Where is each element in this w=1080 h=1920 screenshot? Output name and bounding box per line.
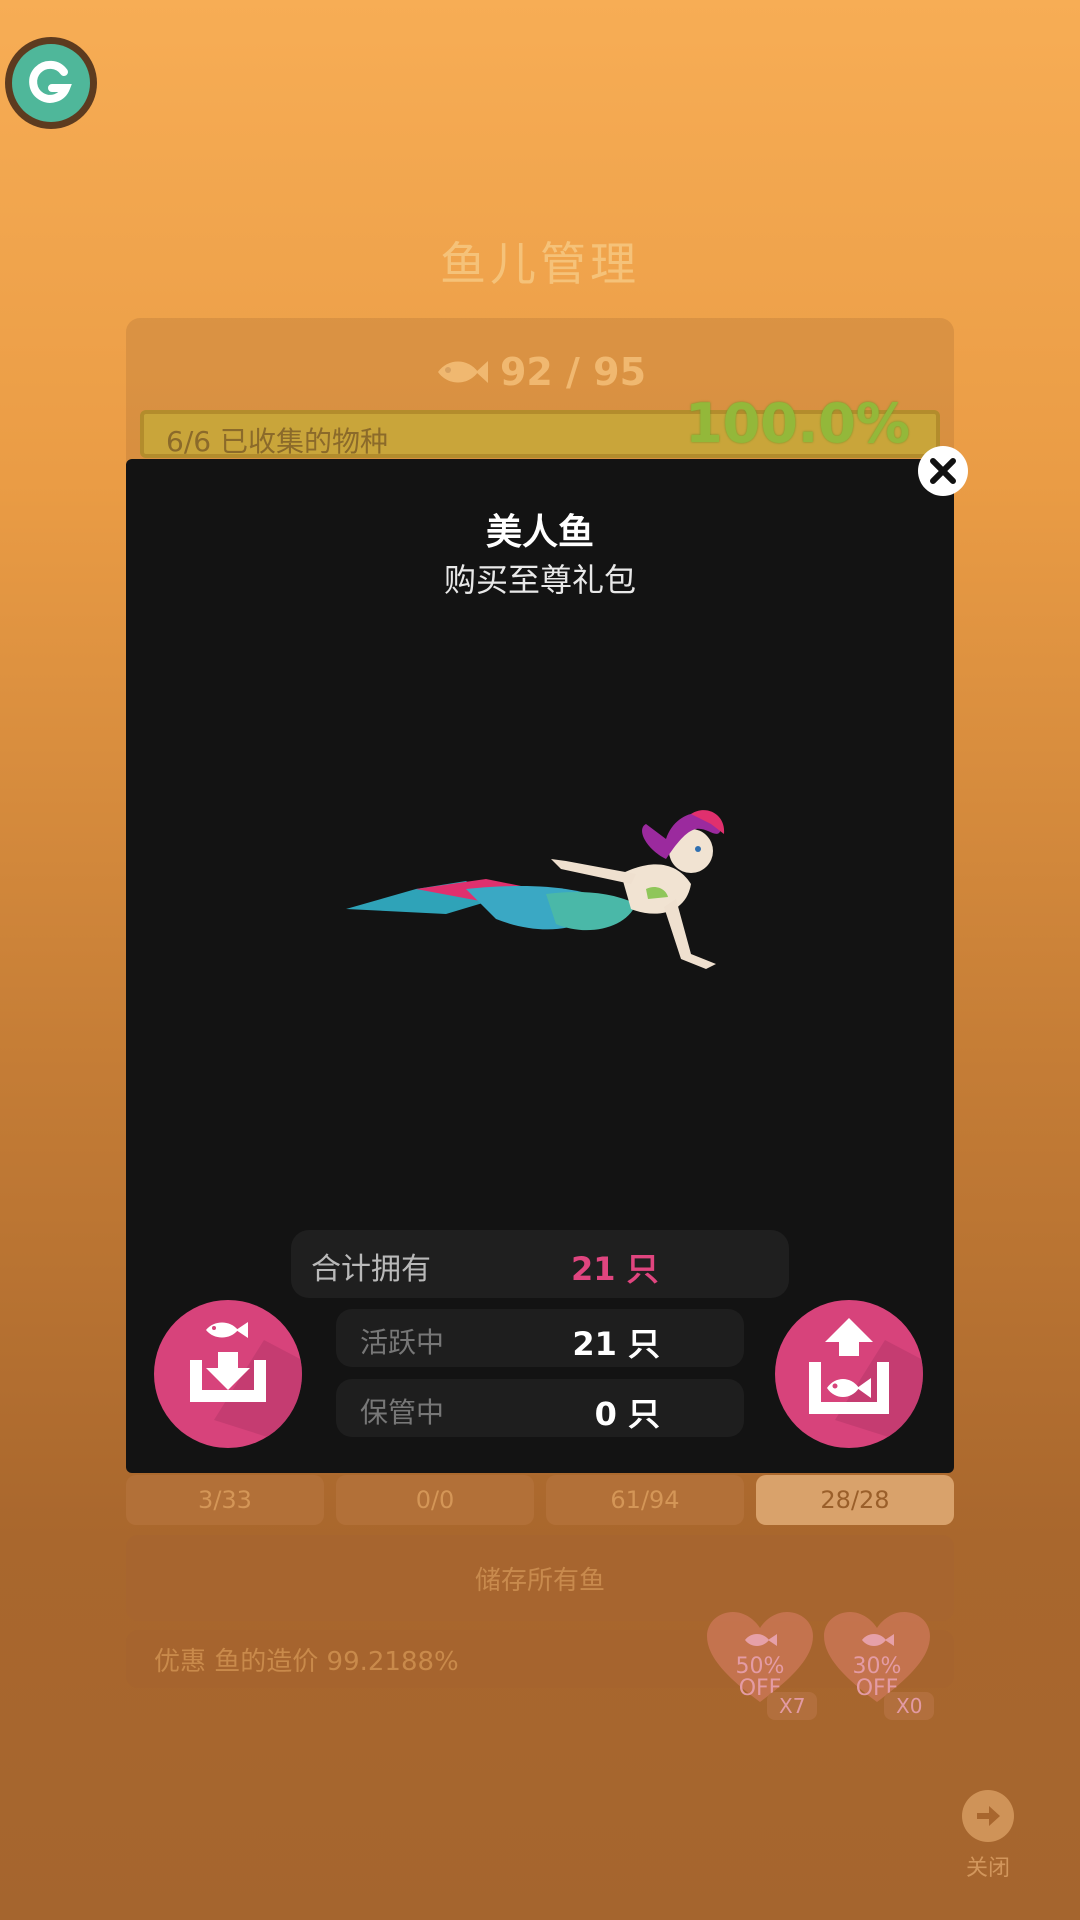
fish-count-text: 92 / 95 xyxy=(499,350,647,394)
active-row: 活跃中 21 只 xyxy=(336,1309,744,1367)
fish-count: 92 / 95 xyxy=(0,350,1080,394)
close-page-button[interactable]: 关闭 xyxy=(955,1790,1021,1882)
page-title: 鱼儿管理 xyxy=(440,237,640,291)
coupon-multiplier: X0 xyxy=(884,1692,935,1720)
coupon-50[interactable]: 50% OFF X7 xyxy=(705,1610,818,1720)
total-owned-label: 合计拥有 xyxy=(311,1252,431,1287)
fish-icon xyxy=(437,361,488,383)
active-value: 21 只 xyxy=(572,1325,660,1363)
stored-label: 保管中 xyxy=(360,1396,445,1429)
total-owned-value: 21 只 xyxy=(571,1250,659,1288)
tab-3[interactable]: 61/94 xyxy=(546,1475,744,1525)
store-fish-button[interactable] xyxy=(154,1300,302,1448)
arrow-right-icon xyxy=(962,1790,1014,1842)
coupon-multiplier: X7 xyxy=(767,1692,818,1720)
stored-row: 保管中 0 只 xyxy=(336,1379,744,1437)
close-page-label: 关闭 xyxy=(965,1856,1010,1881)
store-all-fish-button[interactable]: 储存所有鱼 xyxy=(126,1535,954,1621)
store-fish-icon xyxy=(190,1322,302,1448)
tab-2[interactable]: 0/0 xyxy=(336,1475,534,1525)
tab-4[interactable]: 28/28 xyxy=(756,1475,954,1525)
close-modal-button[interactable] xyxy=(918,446,968,496)
collection-progress-bar: 6/6 已收集的物种 100.0% xyxy=(140,392,940,458)
collection-label: 6/6 已收集的物种 xyxy=(166,425,388,458)
fish-source: 购买至尊礼包 xyxy=(443,561,636,599)
fish-detail-modal: 美人鱼 购买至尊礼包 合计拥有 21 只 活跃中 21 只 保管中 0 只 xyxy=(126,459,954,1473)
active-label: 活跃中 xyxy=(360,1326,445,1359)
stored-value: 0 只 xyxy=(594,1395,660,1433)
close-icon xyxy=(930,458,956,484)
fish-tabs: 3/33 0/0 61/94 28/28 xyxy=(126,1475,954,1525)
mermaid-image xyxy=(346,810,725,969)
release-fish-icon xyxy=(809,1318,923,1448)
fish-name: 美人鱼 xyxy=(485,512,594,553)
tab-1[interactable]: 3/33 xyxy=(126,1475,324,1525)
release-fish-button[interactable] xyxy=(775,1300,923,1448)
coupon-30[interactable]: 30% OFF X0 xyxy=(822,1610,935,1720)
collection-percent: 100.0% xyxy=(685,392,910,455)
app-logo-icon[interactable] xyxy=(5,37,97,129)
total-owned-row: 合计拥有 21 只 xyxy=(291,1230,789,1298)
